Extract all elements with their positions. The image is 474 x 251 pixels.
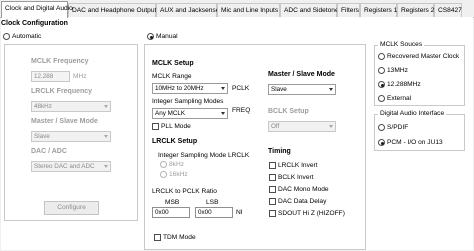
ni-label: NI — [236, 209, 243, 216]
manual-radio[interactable] — [147, 33, 154, 40]
bclk-invert-label: BCLK Invert — [278, 174, 314, 181]
chevron-down-icon — [329, 125, 333, 128]
mclk-setup-title: MCLK Setup — [152, 60, 194, 67]
pcm-radio[interactable] — [378, 139, 385, 146]
chevron-down-icon — [104, 135, 108, 138]
pcm-label: PCM - I/O on JU13 — [387, 139, 443, 146]
lrclk-invert-checkbox[interactable] — [269, 162, 276, 169]
automatic-group: MCLK Frequency 12.288 MHz LRCLK Frequenc… — [4, 44, 138, 221]
pll-mode-checkbox[interactable] — [152, 123, 159, 130]
12288mhz-radio[interactable] — [378, 81, 385, 88]
tab-mic-and-line-inputs[interactable]: Mic and Line Inputs — [217, 3, 280, 17]
dac-adc-label: DAC / ADC — [31, 148, 67, 155]
sdout-hi-z-checkbox[interactable] — [269, 210, 276, 217]
integer-sampling-modes-label: Integer Sampling Modes — [152, 98, 224, 105]
bclk-invert-checkbox[interactable] — [269, 174, 276, 181]
12288mhz-label: 12.288MHz — [387, 81, 421, 88]
external-radio[interactable] — [378, 95, 385, 102]
manual-radio-dot — [149, 35, 153, 39]
chevron-down-icon — [329, 88, 333, 91]
master-slave-mode-value-auto: Slave — [34, 133, 50, 140]
13mhz-label: 13MHz — [387, 67, 408, 74]
integer-sampling-modes-select[interactable]: Any MCLK — [152, 108, 228, 119]
external-label: External — [387, 95, 412, 102]
chevron-down-icon — [104, 165, 108, 168]
tab-cs8427[interactable]: CS8427 — [434, 3, 462, 17]
16khz-radio[interactable] — [160, 171, 167, 178]
dac-data-delay-checkbox[interactable] — [269, 198, 276, 205]
lrclk-pclk-ratio-label: LRCLK to PCLK Ratio — [152, 188, 217, 195]
integer-sampling-modes-value: Any MCLK — [155, 110, 186, 117]
chevron-down-icon — [221, 87, 225, 90]
lrclk-setup-title: LRCLK Setup — [152, 138, 198, 145]
tab-registers-1[interactable]: Registers 1 — [360, 3, 397, 17]
recovered-master-clock-label: Recovered Master Clock — [387, 53, 460, 60]
clock-digital-audio-panel: Clock Configuration Automatic Manual MCL… — [1, 17, 473, 250]
mclk-sources-group: MCLK Souces Recovered Master Clock 13MHz… — [374, 41, 465, 106]
dac-mono-mode-checkbox[interactable] — [269, 186, 276, 193]
12288mhz-radio-dot — [380, 83, 384, 87]
automatic-label: Automatic — [12, 33, 42, 40]
tab-bar: Clock and Digital Audio DAC and Headphon… — [0, 0, 474, 18]
master-slave-mode-select-auto[interactable]: Slave — [31, 131, 111, 142]
dac-adc-value: Stereo DAC and ADC — [34, 163, 95, 170]
msb-input[interactable]: 0x00 — [152, 207, 190, 218]
lrclk-frequency-value: 48kHz — [34, 103, 52, 110]
master-slave-mode-select[interactable]: Slave — [268, 84, 336, 95]
8khz-label: 8kHz — [169, 161, 185, 168]
timing-title: Timing — [268, 148, 291, 155]
clock-configuration-title: Clock Configuration — [1, 20, 68, 27]
mclk-range-value: 10MHz to 20MHz — [155, 85, 204, 92]
13mhz-radio[interactable] — [378, 67, 385, 74]
8khz-radio[interactable] — [160, 161, 167, 168]
master-slave-mode-title: Master / Slave Mode — [268, 71, 335, 78]
lrclk-invert-label: LRCLK Invert — [278, 162, 318, 169]
pll-mode-label: PLL Mode — [161, 123, 191, 130]
tab-filters[interactable]: Filters — [337, 3, 360, 17]
mclk-frequency-label: MCLK Frequency — [31, 58, 89, 65]
lrclk-frequency-label: LRCLK Frequency — [31, 88, 93, 95]
manual-label: Manual — [156, 33, 178, 40]
digital-audio-interface-title: Digital Audio Interface — [378, 110, 447, 117]
bclk-setup-select[interactable]: Off — [268, 121, 336, 132]
mclk-sources-title: MCLK Souces — [378, 41, 425, 48]
pclk-label: PCLK — [232, 85, 250, 92]
msb-label: MSB — [165, 199, 180, 206]
integer-sampling-mode-lrclk-label: Integer Sampling Mode LRCLK — [158, 152, 250, 159]
master-slave-mode-label-auto: Master / Slave Mode — [31, 118, 98, 125]
mclk-frequency-input[interactable]: 12.288 — [31, 71, 70, 82]
lsb-label: LSB — [206, 199, 219, 206]
spdif-radio[interactable] — [378, 124, 385, 131]
mhz-unit-label: MHz — [73, 73, 87, 80]
16khz-label: 16kHz — [169, 171, 188, 178]
tab-adc-and-sidetone[interactable]: ADC and Sidetone — [280, 3, 339, 17]
lrclk-frequency-select[interactable]: 48kHz — [31, 101, 111, 112]
bclk-setup-label: BCLK Setup — [268, 108, 309, 115]
configure-button[interactable]: Configure — [44, 201, 99, 215]
tab-aux-and-jacksense[interactable]: AUX and Jacksense — [156, 3, 219, 17]
dac-data-delay-label: DAC Data Delay — [278, 198, 327, 205]
digital-audio-interface-group: Digital Audio Interface S/PDIF PCM - I/O… — [374, 110, 465, 151]
manual-group: MCLK Setup MCLK Range 10MHz to 20MHz PCL… — [144, 44, 366, 250]
mclk-range-select[interactable]: 10MHz to 20MHz — [152, 83, 228, 94]
lsb-input[interactable]: 0x00 — [195, 207, 233, 218]
tab-registers-2[interactable]: Registers 2 — [397, 3, 434, 17]
chevron-down-icon — [104, 105, 108, 108]
automatic-radio[interactable] — [3, 33, 10, 40]
sdout-hi-z-label: SDOUT Hi Z (HIZOFF) — [278, 210, 345, 217]
tdm-mode-label: TDM Mode — [163, 234, 196, 241]
tab-clock-and-digital-audio[interactable]: Clock and Digital Audio — [1, 1, 73, 18]
bclk-setup-value: Off — [271, 123, 280, 130]
recovered-master-clock-radio[interactable] — [378, 53, 385, 60]
chevron-down-icon — [221, 112, 225, 115]
freq-label: FREQ — [232, 107, 251, 114]
spdif-label: S/PDIF — [387, 124, 409, 131]
dac-mono-mode-label: DAC Mono Mode — [278, 186, 329, 193]
tab-dac-and-headphone-outputs[interactable]: DAC and Headphone Outputs — [68, 3, 160, 17]
pcm-radio-dot — [380, 141, 384, 145]
master-slave-mode-value: Slave — [271, 86, 287, 93]
tdm-mode-checkbox[interactable] — [154, 234, 161, 241]
dac-adc-select[interactable]: Stereo DAC and ADC — [31, 161, 111, 172]
mclk-range-label: MCLK Range — [152, 73, 192, 80]
